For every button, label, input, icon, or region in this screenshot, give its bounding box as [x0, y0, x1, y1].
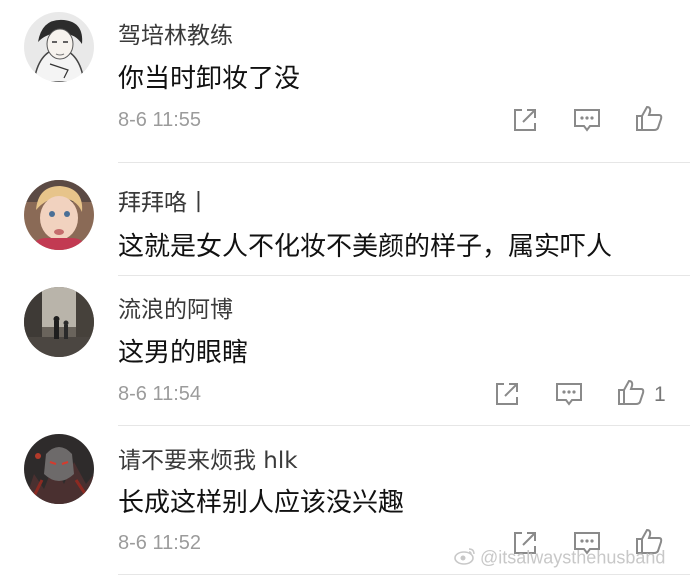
avatar[interactable]: [24, 287, 94, 357]
comment-time: 8-6 11:54: [118, 383, 202, 405]
watermark-text: @itsalwaysthehusband: [480, 547, 666, 568]
comment-text: 这就是女人不化妆不美颜的样子，属实吓人: [118, 232, 613, 262]
avatar[interactable]: [24, 434, 94, 504]
divider: [118, 574, 690, 575]
comment-username[interactable]: 流浪的阿博: [118, 290, 233, 324]
divider: [118, 162, 690, 163]
comment-text: 长成这样别人应该没兴趣: [118, 488, 405, 518]
comment-username[interactable]: 请不要来烦我 hlk: [118, 441, 298, 475]
divider: [118, 425, 690, 426]
watermark: @itsalwaysthehusband: [454, 547, 665, 570]
weibo-logo-icon: [454, 547, 476, 570]
comment-text: 你当时卸妆了没: [118, 64, 301, 94]
thumbs-up-icon[interactable]: [616, 377, 646, 407]
comment-text: 这男的眼瞎: [118, 338, 249, 368]
like-count: 1: [654, 383, 666, 406]
comment-reply-icon[interactable]: [572, 105, 602, 135]
comment-username[interactable]: 驾培林教练: [118, 16, 233, 50]
comment-time: 8-6 11:55: [118, 109, 202, 131]
avatar[interactable]: [24, 180, 94, 250]
share-icon[interactable]: [510, 105, 540, 135]
avatar[interactable]: [24, 12, 94, 82]
divider: [118, 275, 690, 276]
comment-time: 8-6 11:52: [118, 532, 202, 554]
share-icon[interactable]: [492, 379, 522, 409]
thumbs-up-icon[interactable]: [634, 103, 664, 133]
comment-username[interactable]: 拜拜咯丨: [118, 183, 210, 217]
comment-reply-icon[interactable]: [554, 379, 584, 409]
